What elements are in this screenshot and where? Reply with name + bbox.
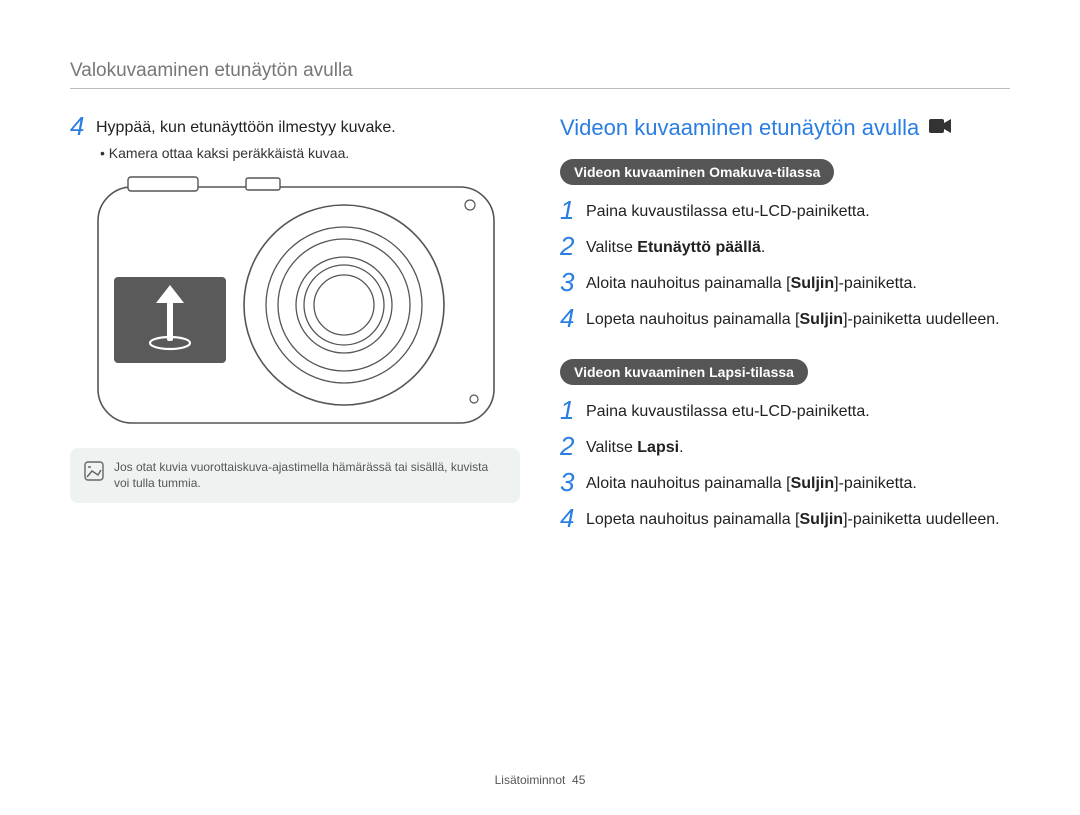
camera-illustration — [96, 175, 520, 430]
step-number: 1 — [560, 397, 586, 423]
footer-label: Lisätoiminnot — [495, 773, 566, 787]
step-number: 2 — [560, 433, 586, 459]
section-title-text: Videon kuvaaminen etunäytön avulla — [560, 115, 919, 141]
step-number: 1 — [560, 197, 586, 223]
left-column: 4 Hyppää, kun etunäyttöön ilmestyy kuvak… — [70, 115, 520, 559]
step-number: 3 — [560, 469, 586, 495]
step-a3: 3 Aloita nauhoitus painamalla [Suljin]-p… — [560, 271, 1010, 295]
step-b4: 4 Lopeta nauhoitus painamalla [Suljin]-p… — [560, 507, 1010, 531]
step-4: 4 Hyppää, kun etunäyttöön ilmestyy kuvak… — [70, 115, 520, 139]
two-column-layout: 4 Hyppää, kun etunäyttöön ilmestyy kuvak… — [70, 115, 1010, 559]
step-b1: 1 Paina kuvaustilassa etu-LCD-painiketta… — [560, 399, 1010, 423]
camera-svg — [96, 175, 496, 425]
step-number: 3 — [560, 269, 586, 295]
step-number: 4 — [560, 305, 586, 331]
step-text: Lopeta nauhoitus painamalla [Suljin]-pai… — [586, 307, 1000, 331]
step-number: 4 — [70, 113, 96, 139]
page-footer: Lisätoiminnot 45 — [0, 773, 1080, 787]
step-text: Paina kuvaustilassa etu-LCD-painiketta. — [586, 199, 870, 223]
step-text: Valitse Lapsi. — [586, 435, 684, 459]
page-header: Valokuvaaminen etunäytön avulla — [70, 60, 1010, 89]
step-a1: 1 Paina kuvaustilassa etu-LCD-painiketta… — [560, 199, 1010, 223]
step-number: 4 — [560, 505, 586, 531]
manual-page: Valokuvaaminen etunäytön avulla 4 Hyppää… — [0, 0, 1080, 815]
step-text: Aloita nauhoitus painamalla [Suljin]-pai… — [586, 271, 917, 295]
step-text: Lopeta nauhoitus painamalla [Suljin]-pai… — [586, 507, 1000, 531]
right-column: Videon kuvaaminen etunäytön avulla Video… — [560, 115, 1010, 559]
step-text: Aloita nauhoitus painamalla [Suljin]-pai… — [586, 471, 917, 495]
video-mode-icon — [929, 115, 951, 141]
step-text: Valitse Etunäyttö päällä. — [586, 235, 765, 259]
step-b2: 2 Valitse Lapsi. — [560, 435, 1010, 459]
section-omakuva: Videon kuvaaminen Omakuva-tilassa 1 Pain… — [560, 159, 1010, 331]
step-a4: 4 Lopeta nauhoitus painamalla [Suljin]-p… — [560, 307, 1010, 331]
section-pill-lapsi: Videon kuvaaminen Lapsi-tilassa — [560, 359, 808, 385]
section-lapsi: Videon kuvaaminen Lapsi-tilassa 1 Paina … — [560, 359, 1010, 531]
note-text: Jos otat kuvia vuorottaiskuva-ajastimell… — [114, 460, 506, 491]
sub-bullet: Kamera ottaa kaksi peräkkäistä kuvaa. — [100, 145, 520, 161]
note-box: Jos otat kuvia vuorottaiskuva-ajastimell… — [70, 448, 520, 503]
step-number: 2 — [560, 233, 586, 259]
step-text: Hyppää, kun etunäyttöön ilmestyy kuvake. — [96, 115, 396, 139]
section-pill-omakuva: Videon kuvaaminen Omakuva-tilassa — [560, 159, 834, 185]
page-number: 45 — [572, 773, 585, 787]
step-b3: 3 Aloita nauhoitus painamalla [Suljin]-p… — [560, 471, 1010, 495]
section-title: Videon kuvaaminen etunäytön avulla — [560, 115, 1010, 141]
note-icon — [84, 461, 104, 491]
step-text: Paina kuvaustilassa etu-LCD-painiketta. — [586, 399, 870, 423]
step-a2: 2 Valitse Etunäyttö päällä. — [560, 235, 1010, 259]
